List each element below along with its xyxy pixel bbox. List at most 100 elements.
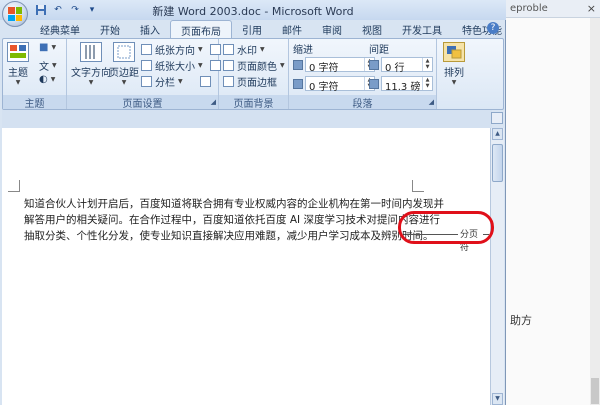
dialog-launcher-icon[interactable]: ◢ xyxy=(429,98,434,106)
paragraph-group-label: 段落 xyxy=(289,95,436,110)
tab-developer[interactable]: 开发工具 xyxy=(392,20,452,38)
arrange-label: 排列 xyxy=(444,68,464,79)
orientation-label: 纸张方向 xyxy=(155,46,195,57)
font-icon: 文 xyxy=(39,62,49,73)
page-background-group-label: 页面背景 xyxy=(219,95,288,110)
tab-insert[interactable]: 插入 xyxy=(130,20,170,38)
document-line: 抽取分类、个性化分发，使专业知识直接解决应用难题，减少用户学习成本及辨别时间。 xyxy=(24,230,434,242)
tab-review[interactable]: 审阅 xyxy=(312,20,352,38)
margins-button[interactable]: 页边距 ▼ xyxy=(109,42,139,86)
ruler-toggle-icon[interactable] xyxy=(491,112,503,124)
chevron-down-icon: ▼ xyxy=(260,46,265,53)
chevron-down-icon: ▼ xyxy=(15,79,21,86)
page-setup-group: 文字方向 ▼ 页边距 ▼ 纸张方向 ▼ 纸张大小 ▼ 分栏 ▼ 页面设置 ◢ xyxy=(67,39,221,110)
background-page-text: 助方 xyxy=(510,314,532,327)
theme-button[interactable]: 主题 ▼ xyxy=(7,42,29,86)
text-direction-button[interactable]: 文字方向 ▼ xyxy=(71,42,111,86)
text-direction-label: 文字方向 xyxy=(71,68,111,79)
watermark-label: 水印 xyxy=(237,46,257,57)
columns-label: 分栏 xyxy=(155,78,175,89)
help-icon[interactable]: ? xyxy=(487,22,499,34)
tab-special-features[interactable]: 特色功能 xyxy=(452,20,512,38)
chevron-down-icon: ▼ xyxy=(280,62,285,69)
page-color-label: 页面颜色 xyxy=(237,62,277,73)
size-button[interactable]: 纸张大小 ▼ xyxy=(141,58,221,73)
page-background-group: 水印 ▼ 页面颜色 ▼ 页面边框 页面背景 xyxy=(219,39,289,110)
background-scrollbar[interactable] xyxy=(590,18,600,405)
spacing-after-field[interactable]: 11.3 磅 ▲ ▼ xyxy=(369,76,433,93)
indent-label: 缩进 xyxy=(293,45,313,56)
dialog-launcher-icon[interactable]: ◢ xyxy=(211,98,216,106)
theme-fonts-button[interactable]: 文 ▼ xyxy=(39,58,57,73)
ribbon-tabs: 经典菜单 开始 插入 页面布局 引用 邮件 审阅 视图 开发工具 特色功能 xyxy=(30,20,512,38)
indent-left-input[interactable]: 0 字符▲▼ xyxy=(305,57,375,74)
vertical-scrollbar[interactable]: ▲ ▼ xyxy=(490,128,504,405)
columns-icon xyxy=(141,76,152,87)
background-tab-text: eproble xyxy=(510,3,548,14)
orientation-button[interactable]: 纸张方向 ▼ xyxy=(141,42,221,57)
page-borders-button[interactable]: 页面边框 xyxy=(223,74,277,89)
text-direction-icon xyxy=(80,42,102,62)
document-page[interactable]: 知道合伙人计划开启后，百度知道将联合拥有专业权威内容的企业机构在第一时间内发现并… xyxy=(2,128,490,405)
effects-icon: ◐ xyxy=(39,74,48,85)
spacing-after-input[interactable]: 11.3 磅 ▲ ▼ xyxy=(381,76,433,93)
crop-mark-top-right xyxy=(412,180,424,192)
indent-left-icon xyxy=(293,59,303,70)
paper-size-icon xyxy=(141,60,152,71)
page-borders-icon xyxy=(223,76,234,87)
chevron-down-icon: ▼ xyxy=(121,79,127,86)
theme-group-label: 主题 xyxy=(3,95,66,110)
indent-right-icon xyxy=(293,78,303,89)
orientation-icon xyxy=(141,44,152,55)
scroll-down-icon[interactable]: ▼ xyxy=(492,393,503,405)
ruler-area xyxy=(2,110,492,128)
theme-colors-button[interactable]: ■ ▼ xyxy=(39,42,56,53)
watermark-button[interactable]: 水印 ▼ xyxy=(223,42,265,57)
scroll-up-icon[interactable]: ▲ xyxy=(492,128,503,140)
indent-right-input[interactable]: 0 字符▲▼ xyxy=(305,76,375,93)
spacing-before-field[interactable]: 0 行 ▲ ▼ xyxy=(369,57,433,74)
columns-button[interactable]: 分栏 ▼ xyxy=(141,74,211,89)
background-browser-window xyxy=(506,0,600,405)
chevron-down-icon: ▼ xyxy=(451,79,457,86)
size-label: 纸张大小 xyxy=(155,62,195,73)
document-body[interactable]: 知道合伙人计划开启后，百度知道将联合拥有专业权威内容的企业机构在第一时间内发现并… xyxy=(24,196,444,244)
tab-mailings[interactable]: 邮件 xyxy=(272,20,312,38)
arrange-button[interactable]: 排列 ▼ xyxy=(443,42,465,86)
page-setup-group-label: 页面设置 xyxy=(67,95,218,110)
arrange-icon xyxy=(443,42,465,62)
spin-arrows-icon[interactable]: ▲▼ xyxy=(422,77,432,90)
title-bar: ↶ ↷ ▾ 新建 Word 2003.doc - Microsoft Word xyxy=(0,0,506,27)
page-borders-label: 页面边框 xyxy=(237,78,277,89)
margins-label: 页边距 xyxy=(109,68,139,79)
tab-view[interactable]: 视图 xyxy=(352,20,392,38)
ribbon: 主题 ▼ ■ ▼ 文 ▼ ◐ ▼ 主题 文字方向 ▼ 页边距 ▼ 纸张方向 ▼ … xyxy=(2,38,504,110)
background-scroll-thumb[interactable] xyxy=(591,378,599,404)
paragraph-group: 缩进 间距 0 字符▲▼ 0 字符▲▼ 0 行▲▼ 11.3 磅▲▼ 段落 ◢ xyxy=(289,39,437,110)
tab-page-layout[interactable]: 页面布局 xyxy=(170,20,232,38)
annotation-highlight-circle xyxy=(398,211,494,244)
background-browser-tab[interactable]: eproble × xyxy=(506,0,600,18)
arrange-group: 排列 ▼ xyxy=(437,39,477,109)
scroll-thumb[interactable] xyxy=(492,144,503,182)
theme-button-label: 主题 xyxy=(8,68,28,79)
spacing-before-input[interactable]: 0 行 ▲ ▼ xyxy=(381,57,433,74)
office-logo-icon xyxy=(8,7,22,21)
tab-classic-menu[interactable]: 经典菜单 xyxy=(30,20,90,38)
close-icon[interactable]: × xyxy=(587,2,596,15)
tab-home[interactable]: 开始 xyxy=(90,20,130,38)
spin-arrows-icon[interactable]: ▲▼ xyxy=(422,58,432,71)
window-title: 新建 Word 2003.doc - Microsoft Word xyxy=(152,5,354,18)
margins-icon xyxy=(113,42,135,62)
theme-effects-button[interactable]: ◐ ▼ xyxy=(39,74,55,85)
tab-references[interactable]: 引用 xyxy=(232,20,272,38)
page-color-button[interactable]: 页面颜色 ▼ xyxy=(223,58,285,73)
chevron-down-icon: ▼ xyxy=(88,79,94,86)
indent-left-field[interactable]: 0 字符▲▼ xyxy=(293,57,375,74)
indent-right-field[interactable]: 0 字符▲▼ xyxy=(293,76,375,93)
chevron-down-icon: ▼ xyxy=(51,44,57,51)
spacing-label: 间距 xyxy=(369,45,389,56)
chevron-down-icon: ▼ xyxy=(52,62,57,69)
hyphenation-icon[interactable] xyxy=(199,76,211,87)
office-button[interactable] xyxy=(2,1,28,27)
